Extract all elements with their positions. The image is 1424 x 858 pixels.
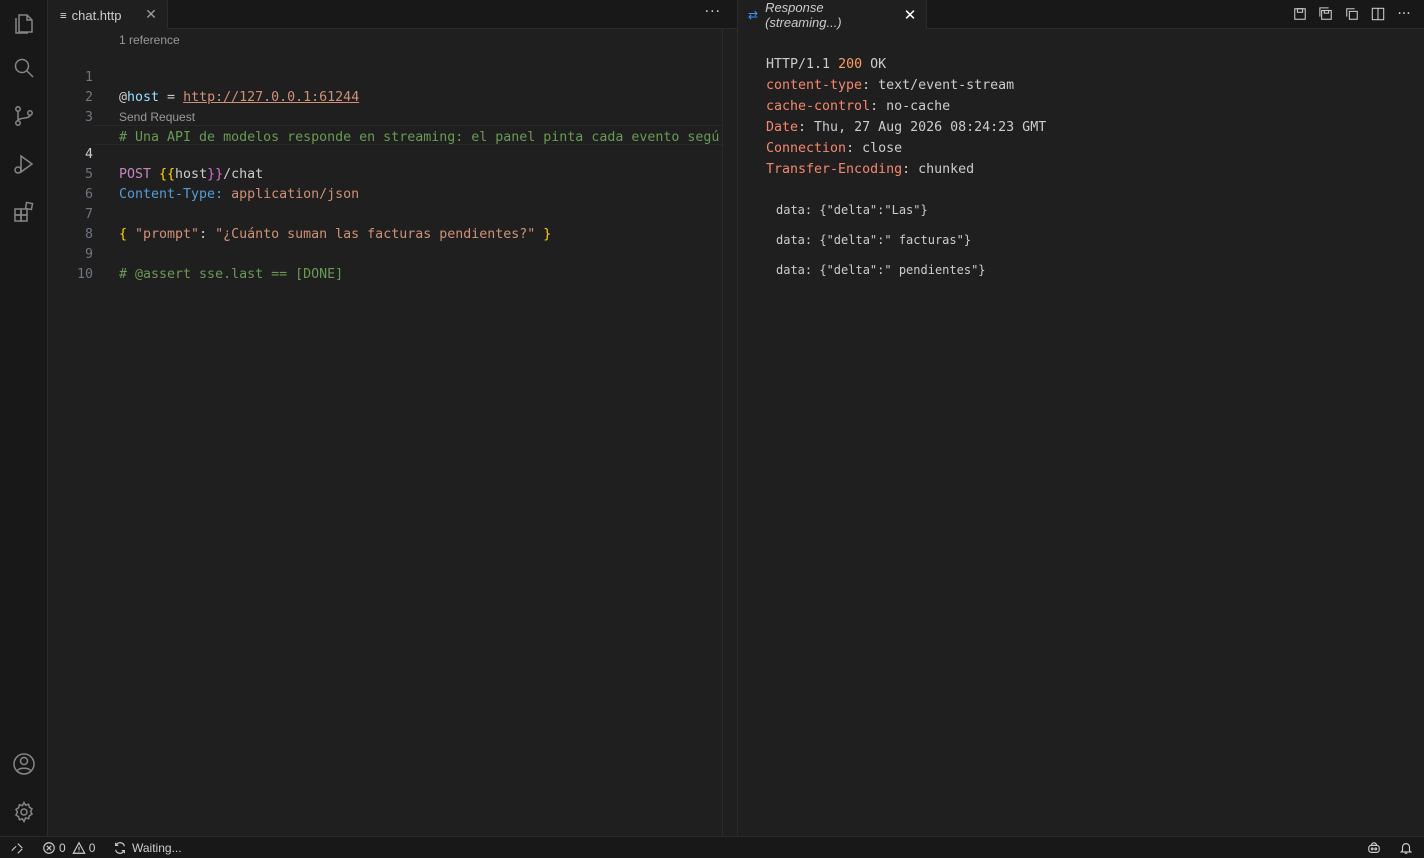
close-icon[interactable]: ✕ xyxy=(143,7,159,23)
explorer-icon[interactable] xyxy=(0,0,48,48)
header-value: Thu, 27 Aug 2026 08:24:23 GMT xyxy=(814,120,1047,135)
warning-count: 0 xyxy=(88,841,96,855)
code-editor[interactable]: 1 reference 1 @host = http://127.0.0.1:6… xyxy=(48,29,723,836)
tab-label: Response (streaming...) xyxy=(765,0,842,30)
remote-icon xyxy=(11,843,23,854)
code-line-4: 4 POST {{host}}/chat xyxy=(48,125,723,182)
header-line: Transfer-Encoding: chunked xyxy=(766,162,975,177)
header-key: Transfer-Encoding xyxy=(766,162,903,177)
response-headers: HTTP/1.1 200 OK content-type: text/event… xyxy=(766,54,1046,180)
editor-actions: ··· xyxy=(1292,6,1412,22)
error-icon xyxy=(43,842,55,854)
right-tab-bar: ⇄ Response (streaming...) ✕ ··· xyxy=(738,0,1424,30)
code-line-7: 7 { "prompt": "¿Cuánto suman las factura… xyxy=(48,185,723,242)
header-line: cache-control: no-cache xyxy=(766,99,951,114)
sse-event: data: {"delta":" pendientes"} xyxy=(776,263,986,277)
remote-indicator[interactable] xyxy=(10,837,24,858)
sync-icon xyxy=(115,842,125,854)
account-icon[interactable] xyxy=(0,740,48,788)
error-count: 0 xyxy=(59,841,66,855)
source-control-icon[interactable] xyxy=(0,92,48,140)
header-key: Date xyxy=(766,120,799,135)
vertical-scrollbar[interactable] xyxy=(722,29,736,836)
header-key: content-type xyxy=(766,78,863,93)
code-line-2: 2 xyxy=(48,68,723,105)
line-number: 10 xyxy=(76,267,93,282)
run-debug-icon[interactable] xyxy=(0,140,48,188)
references-codelens[interactable]: 1 reference xyxy=(119,32,180,49)
status-line: HTTP/1.1 200 OK xyxy=(766,54,1046,75)
header-key: Connection xyxy=(766,141,847,156)
code-line-1: 1 @host = http://127.0.0.1:61244 xyxy=(48,48,723,105)
header-value: no-cache xyxy=(886,99,951,114)
header-value: text/event-stream xyxy=(878,78,1015,93)
tab-label: chat.http xyxy=(71,7,122,23)
code-line-8: 8 xyxy=(48,205,723,242)
search-icon[interactable] xyxy=(0,44,48,92)
notifications-button[interactable] xyxy=(1399,837,1413,858)
status-code: 200 xyxy=(838,57,863,72)
status-bar: 0 0 Waiting... xyxy=(0,836,1424,858)
tab-chat-http[interactable]: ≡ chat.http ✕ xyxy=(48,0,168,29)
tab-response[interactable]: ⇄ Response (streaming...) ✕ xyxy=(738,0,927,30)
save-body-icon[interactable] xyxy=(1318,6,1334,22)
gear-icon[interactable] xyxy=(0,788,48,836)
protocol: HTTP/1.1 xyxy=(766,57,839,72)
code-line-3: 3 # Una API de modelos responde en strea… xyxy=(48,88,723,145)
file-lines-icon: ≡ xyxy=(60,8,67,22)
sse-events: data: {"delta":"Las"} data: {"delta":" f… xyxy=(776,200,986,290)
status-text: Waiting... xyxy=(132,841,182,855)
copy-icon[interactable] xyxy=(1344,6,1360,22)
header-line: content-type: text/event-stream xyxy=(766,78,1015,93)
extensions-icon[interactable] xyxy=(0,188,48,236)
sse-event: data: {"delta":"Las"} xyxy=(776,203,928,217)
save-response-icon[interactable] xyxy=(1292,6,1308,22)
request-status[interactable]: Waiting... xyxy=(113,837,182,858)
header-value: close xyxy=(862,141,903,156)
code-line-6: 6 xyxy=(48,165,723,202)
more-actions-button[interactable]: ··· xyxy=(705,4,721,20)
bell-icon xyxy=(1399,843,1413,854)
left-tab-bar: ≡ chat.http ✕ ··· xyxy=(48,0,737,29)
left-editor-group: ≡ chat.http ✕ ··· 1 reference 1 @host = … xyxy=(48,0,737,836)
split-editor-icon[interactable] xyxy=(1370,6,1386,22)
more-actions-icon[interactable]: ··· xyxy=(1396,6,1412,22)
warning-icon xyxy=(72,841,86,854)
copilot-icon xyxy=(1368,842,1380,853)
code-line-9: 9 # @assert sse.last == [DONE] xyxy=(48,225,723,282)
header-value: chunked xyxy=(918,162,975,177)
activity-bar xyxy=(0,0,48,836)
header-line: Date: Thu, 27 Aug 2026 08:24:23 GMT xyxy=(766,120,1047,135)
close-icon[interactable]: ✕ xyxy=(902,6,918,24)
swap-arrows-icon: ⇄ xyxy=(748,7,759,22)
send-request-codelens[interactable]: Send Request xyxy=(119,109,195,126)
problems-indicator[interactable]: 0 0 xyxy=(42,837,95,858)
header-key: cache-control xyxy=(766,99,871,114)
status-text: OK xyxy=(862,57,887,72)
copilot-button[interactable] xyxy=(1367,837,1381,858)
code-line-10: 10 xyxy=(48,245,723,282)
assert-comment: # @assert sse.last == [DONE] xyxy=(119,267,344,282)
header-line: Connection: close xyxy=(766,141,903,156)
right-editor-group: ⇄ Response (streaming...) ✕ ··· HTTP/1.1… xyxy=(737,0,1424,836)
sse-event: data: {"delta":" facturas"} xyxy=(776,233,972,247)
code-line-5: 5 Content-Type: application/json xyxy=(48,145,723,202)
